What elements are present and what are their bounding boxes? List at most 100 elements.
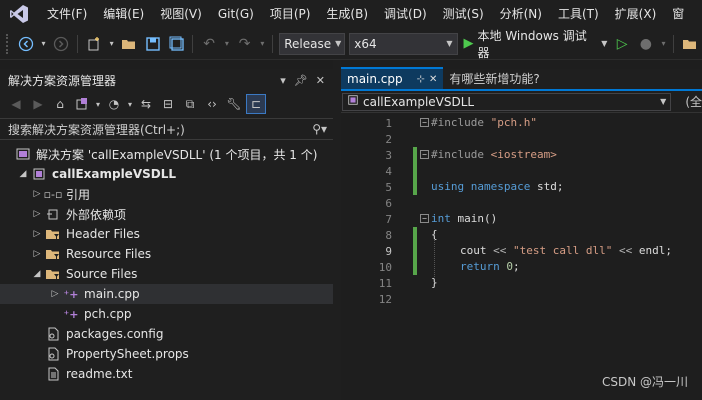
code-view[interactable]: 1 − #include "pch.h" 2 3 − #include <ios… — [341, 115, 702, 400]
collapsed-arrow-icon[interactable]: ▷ — [30, 189, 44, 199]
tree-item-label: main.cpp — [84, 287, 140, 301]
menu-file[interactable]: 文件(F) — [39, 0, 95, 28]
start-without-debugging-icon[interactable]: ▷ — [611, 33, 633, 55]
code-editor-panel: main.cpp ⊹ ✕ 有哪些新增功能? callExampleVSDLL ▼… — [341, 67, 702, 400]
preview-selected-items-icon[interactable]: ⊏ — [246, 94, 266, 114]
menu-debug[interactable]: 调试(D) — [376, 0, 435, 28]
solution-configuration-select[interactable]: Release ▼ — [279, 32, 346, 55]
menu-project[interactable]: 项目(P) — [262, 0, 319, 28]
pin-icon[interactable]: ⊹ — [417, 74, 425, 85]
navigate-forward-icon[interactable] — [50, 33, 72, 55]
close-icon[interactable]: ✕ — [429, 74, 437, 85]
line-number: 4 — [385, 164, 392, 178]
tree-item-header-files[interactable]: ▷ Header Files — [0, 224, 333, 244]
chevron-down-icon[interactable]: ▾ — [39, 33, 49, 55]
tree-item-label: Header Files — [66, 227, 140, 241]
props-file-icon — [44, 346, 62, 362]
solution-icon — [14, 146, 32, 162]
tree-item-readme[interactable]: readme.txt — [0, 364, 333, 384]
new-project-icon[interactable] — [83, 33, 105, 55]
tree-item-label: Source Files — [66, 267, 138, 281]
menu-test[interactable]: 测试(S) — [435, 0, 492, 28]
tree-item-project[interactable]: ◢ callExampleVSDLL — [0, 164, 333, 184]
fold-collapse-icon[interactable]: − — [420, 150, 429, 159]
menu-analyze[interactable]: 分析(N) — [492, 0, 550, 28]
chevron-down-icon[interactable]: ▾ — [94, 94, 102, 114]
collapse-all-icon[interactable]: ⊟ — [158, 94, 178, 114]
hot-reload-icon[interactable]: ● — [635, 33, 657, 55]
tree-item-source-files[interactable]: ◢ Source Files — [0, 264, 333, 284]
project-dropdown[interactable]: callExampleVSDLL ▼ — [342, 92, 672, 111]
menu-extensions[interactable]: 扩展(X) — [607, 0, 665, 28]
menu-view[interactable]: 视图(V) — [152, 0, 210, 28]
tree-item-external-dependencies[interactable]: ▷ 外部依赖项 — [0, 204, 333, 224]
chevron-down-icon[interactable]: ▾ — [222, 33, 232, 55]
back-icon[interactable]: ◀ — [6, 94, 26, 114]
tree-item-references[interactable]: ▷ ▫-▫ 引用 — [0, 184, 333, 204]
pin-icon[interactable]: 📌︎ — [294, 74, 308, 87]
view-code-icon[interactable]: ‹› — [202, 94, 222, 114]
cpp-file-icon: ⁺+ — [63, 287, 79, 301]
properties-wrench-icon[interactable]: 🔧︎ — [224, 94, 244, 114]
start-debugging-button[interactable]: ▶ 本地 Windows 调试器 ▼ — [464, 27, 608, 61]
pending-changes-filter-icon[interactable]: ◔ — [104, 94, 124, 114]
collapsed-arrow-icon[interactable]: ▷ — [30, 229, 44, 239]
tree-item-label: packages.config — [66, 327, 164, 341]
folder-icon[interactable] — [679, 33, 701, 55]
line-number: 1 — [385, 116, 392, 130]
code-token: return 0; — [460, 260, 520, 273]
tree-item-pch-cpp[interactable]: ⁺+ pch.cpp — [0, 304, 333, 324]
tree-item-main-cpp[interactable]: ▷ ⁺+ main.cpp — [0, 284, 333, 304]
collapsed-arrow-icon[interactable]: ▷ — [30, 249, 44, 259]
visual-studio-logo-icon[interactable] — [7, 2, 31, 26]
save-icon[interactable] — [142, 33, 164, 55]
solution-platform-select[interactable]: x64 ▼ — [349, 32, 458, 55]
change-indicator — [413, 259, 417, 275]
collapsed-arrow-icon[interactable]: ▷ — [30, 209, 44, 219]
chevron-down-icon[interactable]: ▾ — [257, 33, 267, 55]
tree-item-resource-files[interactable]: ▷ Resource Files — [0, 244, 333, 264]
menu-git[interactable]: Git(G) — [210, 0, 262, 28]
tab-main-cpp[interactable]: main.cpp ⊹ ✕ — [341, 67, 444, 89]
solution-explorer-search-input[interactable]: 搜索解决方案资源管理器(Ctrl+;) ⚲▾ — [0, 118, 333, 140]
tree-item-solution[interactable]: 解决方案 'callExampleVSDLL' (1 个项目，共 1 个) — [0, 144, 333, 164]
chevron-down-icon[interactable]: ▾ — [659, 33, 669, 55]
expanded-arrow-icon[interactable]: ◢ — [16, 169, 30, 179]
navigate-back-icon[interactable] — [15, 33, 37, 55]
switch-views-icon[interactable] — [72, 94, 92, 114]
chevron-down-icon: ▼ — [335, 39, 342, 48]
scope-dropdown[interactable]: (全 — [685, 93, 702, 110]
sync-with-active-document-icon[interactable]: ⇆ — [136, 94, 156, 114]
chevron-down-icon[interactable]: ▾ — [280, 74, 286, 87]
tab-whats-new[interactable]: 有哪些新增功能? — [443, 67, 555, 89]
search-icon[interactable]: ⚲▾ — [312, 122, 327, 136]
show-all-files-icon[interactable]: ⧉ — [180, 94, 200, 114]
standard-toolbar: ▾ ▾ ↶ ▾ ↷ ▾ Release ▼ x64 ▼ ▶ 本地 Windows… — [0, 28, 702, 60]
forward-icon[interactable]: ▶ — [28, 94, 48, 114]
chevron-down-icon[interactable]: ▾ — [126, 94, 134, 114]
undo-icon[interactable]: ↶ — [198, 33, 220, 55]
open-folder-icon[interactable] — [118, 33, 140, 55]
home-icon[interactable]: ⌂ — [50, 94, 70, 114]
toolbar-grip[interactable] — [6, 33, 10, 54]
collapsed-arrow-icon[interactable]: ▷ — [48, 289, 62, 299]
redo-icon[interactable]: ↷ — [234, 33, 256, 55]
expanded-arrow-icon[interactable]: ◢ — [30, 269, 44, 279]
menu-edit[interactable]: 编辑(E) — [95, 0, 152, 28]
editor-navigation-bar: callExampleVSDLL ▼ (全 — [341, 91, 702, 113]
menu-tools[interactable]: 工具(T) — [550, 0, 607, 28]
tree-item-packages-config[interactable]: packages.config — [0, 324, 333, 344]
tree-item-property-sheet[interactable]: PropertySheet.props — [0, 344, 333, 364]
chevron-down-icon[interactable]: ▾ — [107, 33, 117, 55]
close-icon[interactable]: ✕ — [316, 74, 325, 87]
menu-window[interactable]: 窗 — [664, 0, 692, 28]
tree-item-label: Resource Files — [66, 247, 152, 261]
menu-build[interactable]: 生成(B) — [318, 0, 376, 28]
solution-tree: 解决方案 'callExampleVSDLL' (1 个项目，共 1 个) ◢ … — [0, 144, 333, 384]
fold-collapse-icon[interactable]: − — [420, 214, 429, 223]
chevron-down-icon[interactable]: ▼ — [601, 39, 607, 48]
cpp-project-icon — [30, 166, 48, 182]
fold-collapse-icon[interactable]: − — [420, 118, 429, 127]
save-all-icon[interactable] — [166, 33, 188, 55]
panel-splitter[interactable] — [333, 60, 341, 400]
